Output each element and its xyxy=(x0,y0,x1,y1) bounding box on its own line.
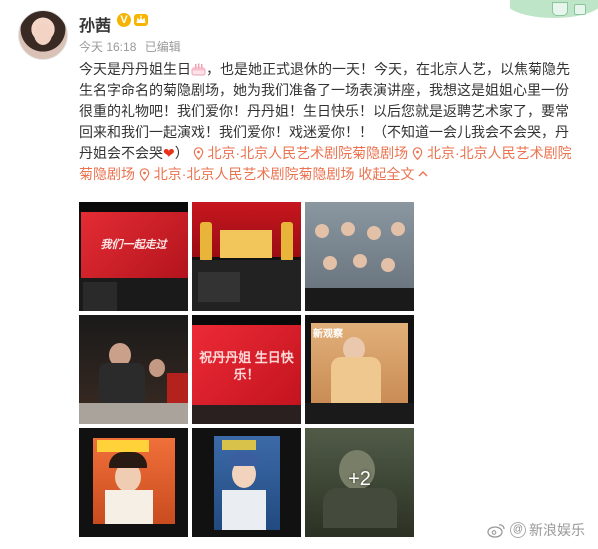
location-pin-icon xyxy=(412,147,423,160)
username[interactable]: 孙茜 xyxy=(79,12,111,36)
location-link-3[interactable]: 北京·北京人民艺术剧院菊隐剧场 xyxy=(139,166,355,182)
post-text: 今天是丹丹姐生日 ，也是她正式退休的一天！今天，在北京人艺，以焦菊隐先生名字命名的… xyxy=(79,59,581,185)
post-time[interactable]: 今天 16:18 xyxy=(79,40,136,54)
photo-thumbnail-1[interactable]: 我们一起走过 xyxy=(79,202,188,311)
avatar[interactable] xyxy=(18,10,68,60)
watermark-text: 新浪娱乐 xyxy=(529,522,585,538)
red-heart-icon: ❤ xyxy=(163,145,175,161)
photo-thumbnail-4[interactable] xyxy=(79,315,188,424)
post-text-part-3: ） xyxy=(174,145,189,161)
photo-thumbnail-2[interactable] xyxy=(192,202,301,311)
collapse-label[interactable]: 收起全文 xyxy=(358,166,414,182)
photo-thumbnail-5[interactable]: 祝丹丹姐 生日快乐！ xyxy=(192,315,301,424)
location-link-1[interactable]: 北京·北京人民艺术剧院菊隐剧场 xyxy=(193,145,409,161)
birthday-cake-icon xyxy=(191,63,206,76)
chevron-up-icon xyxy=(418,171,428,177)
verified-v-icon: V xyxy=(117,13,131,27)
photo-thumbnail-8[interactable] xyxy=(192,428,301,537)
photo-thumbnail-9-more[interactable]: +2 xyxy=(305,428,414,537)
location-link-2-start[interactable] xyxy=(412,145,423,161)
location-label-3[interactable]: 北京·北京人民艺术剧院菊隐剧场 xyxy=(154,166,355,182)
location-pin-icon xyxy=(139,168,150,181)
photo-thumbnail-6[interactable]: 新观察 xyxy=(305,315,414,424)
location-label-1[interactable]: 北京·北京人民艺术剧院菊隐剧场 xyxy=(208,145,409,161)
corner-decoration xyxy=(510,0,598,22)
post-meta: 今天 16:18 已编辑 xyxy=(79,38,186,55)
photo-thumbnail-7[interactable] xyxy=(79,428,188,537)
more-photos-count: +2 xyxy=(348,468,371,490)
weibo-logo-icon xyxy=(487,524,505,538)
edited-label[interactable]: 已编辑 xyxy=(145,40,181,54)
location-pin-icon xyxy=(193,147,203,160)
photo-caption-6: 新观察 xyxy=(313,329,343,340)
photo-caption-5: 祝丹丹姐 生日快乐！ xyxy=(199,350,294,382)
photo-thumbnail-3[interactable] xyxy=(305,202,414,311)
collapse-full-text-link[interactable]: 收起全文 xyxy=(358,166,428,182)
post-text-part-1: 今天是丹丹姐生日 xyxy=(79,61,191,77)
crown-icon xyxy=(134,14,148,26)
watermark: @ 新浪娱乐 xyxy=(487,520,585,540)
at-symbol: @ xyxy=(510,522,526,538)
photo-caption-1: 我们一起走过 xyxy=(100,239,167,251)
